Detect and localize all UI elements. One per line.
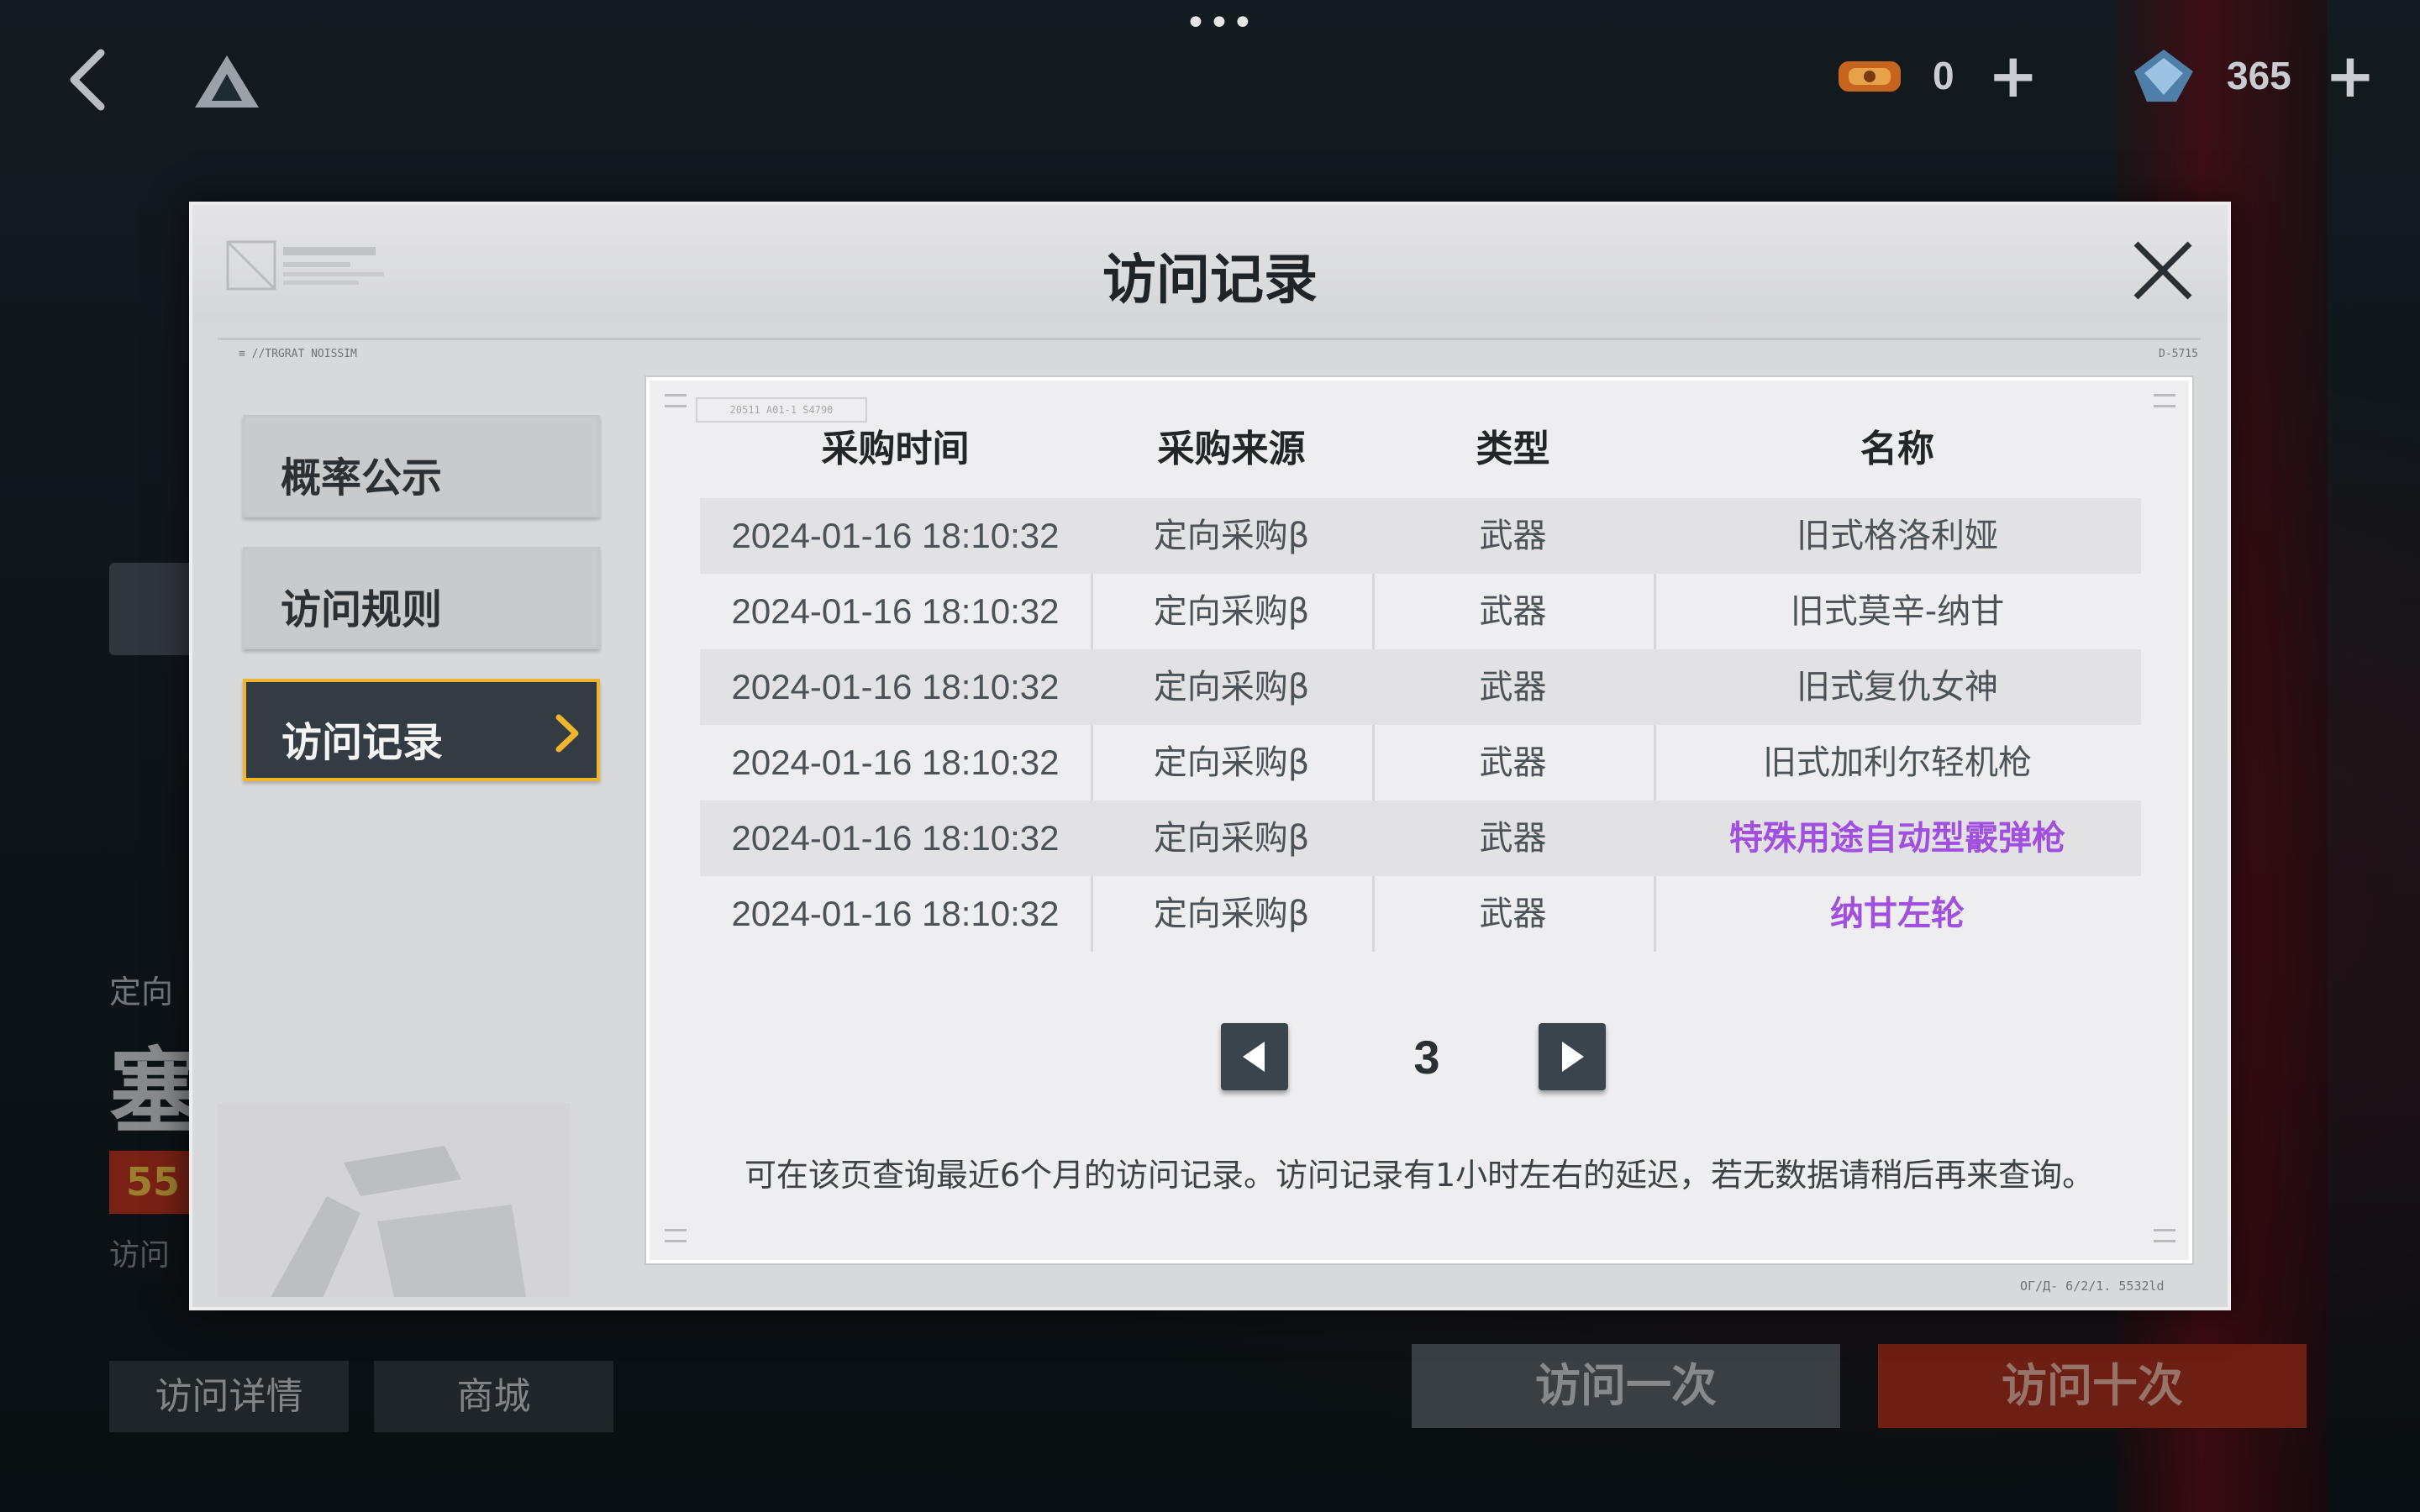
corner-mark (2154, 394, 2175, 407)
ticket-icon (1839, 61, 1901, 92)
close-icon (2133, 241, 2192, 300)
gem-resource: 365 + (2126, 42, 2375, 109)
back-button[interactable] (59, 46, 118, 113)
nav-records[interactable]: 访问记录 (243, 679, 600, 781)
cell-name: 旧式莫辛-纳甘 (1790, 592, 2005, 631)
cell-time: 2024-01-16 18:10:32 (731, 894, 1060, 933)
table-row: 2024-01-16 18:10:32 定向采购β 武器 旧式加利尔轻机枪 (700, 725, 2141, 801)
header-divider (218, 338, 2201, 340)
cell-time: 2024-01-16 18:10:32 (731, 667, 1060, 706)
cell-time: 2024-01-16 18:10:32 (731, 591, 1060, 631)
nav-probability[interactable]: 概率公示 (243, 415, 600, 517)
cell-name-rare: 纳甘左轮 (1830, 895, 1965, 933)
table-row: 2024-01-16 18:10:32 定向采购β 武器 旧式莫辛-纳甘 (700, 574, 2141, 649)
add-tickets-button[interactable]: + (1988, 45, 2039, 106)
pagination: 3 (650, 1023, 2189, 1095)
records-panel: 20511 A01-1 S4790 采购时间 采购来源 类型 名称 2024-0… (646, 377, 2192, 1263)
header-purchase-source: 采购来源 (1157, 428, 1306, 470)
triangle-right-icon (1562, 1042, 1584, 1072)
records-table: 2024-01-16 18:10:32 定向采购β 武器 旧式格洛利娅 2024… (700, 498, 2141, 952)
cell-source: 定向采购β (1153, 517, 1310, 555)
gem-count: 365 (2227, 54, 2291, 97)
chevron-left-icon (70, 49, 105, 111)
cell-type: 武器 (1479, 819, 1547, 858)
decor-code-right: D-5715 (2159, 348, 2198, 360)
header-type: 类型 (1476, 428, 1550, 470)
cell-time: 2024-01-16 18:10:32 (731, 516, 1060, 555)
close-button[interactable] (2129, 237, 2196, 304)
cell-type: 武器 (1479, 517, 1547, 555)
gem-icon (2134, 50, 2193, 102)
chevron-right-icon (555, 714, 579, 753)
cell-type: 武器 (1479, 592, 1547, 631)
corner-mark (2154, 1229, 2175, 1242)
prev-page-button[interactable] (1221, 1023, 1288, 1090)
cell-name: 旧式加利尔轻机枪 (1763, 743, 2032, 782)
corner-mark (665, 1229, 687, 1242)
more-options-icon[interactable]: ••• (1185, 5, 1254, 42)
cell-type: 武器 (1479, 668, 1547, 706)
add-gems-button[interactable]: + (2325, 45, 2375, 106)
cell-source: 定向采购β (1153, 743, 1310, 782)
cell-type: 武器 (1479, 743, 1547, 782)
records-note: 可在该页查询最近6个月的访问记录。访问记录有1小时左右的延迟，若无数据请稍后再来… (744, 1157, 2095, 1194)
cell-name-rare: 特殊用途自动型霰弹枪 (1729, 819, 2065, 858)
cell-source: 定向采购β (1153, 819, 1310, 858)
cell-source: 定向采购β (1153, 895, 1310, 933)
visit-records-modal: 访问记录 ≡ //TRGRAT NOISSIM D-5715 ОГ/Д- 6/2… (189, 202, 2231, 1310)
header-name: 名称 (1860, 428, 1934, 470)
watermark-graphic (218, 1104, 571, 1297)
cell-name: 旧式复仇女神 (1797, 668, 1998, 706)
header-purchase-time: 采购时间 (821, 428, 970, 470)
table-row: 2024-01-16 18:10:32 定向采购β 武器 纳甘左轮 (700, 876, 2141, 952)
next-page-button[interactable] (1539, 1023, 1606, 1090)
table-row: 2024-01-16 18:10:32 定向采购β 武器 旧式复仇女神 (700, 649, 2141, 725)
decor-code-left: ≡ //TRGRAT NOISSIM (239, 348, 357, 360)
table-row: 2024-01-16 18:10:32 定向采购β 武器 特殊用途自动型霰弹枪 (700, 801, 2141, 876)
cell-time: 2024-01-16 18:10:32 (731, 818, 1060, 858)
cell-name: 旧式格洛利娅 (1797, 517, 1998, 555)
cell-type: 武器 (1479, 895, 1547, 933)
ticket-resource: 0 + (1832, 42, 2039, 109)
cell-source: 定向采购β (1153, 592, 1310, 631)
table-row: 2024-01-16 18:10:32 定向采购β 武器 旧式格洛利娅 (700, 498, 2141, 574)
decor-code-bottom: ОГ/Д- 6/2/1. 5532ld (2020, 1278, 2165, 1294)
app-logo-icon (193, 52, 260, 111)
cell-source: 定向采购β (1153, 668, 1310, 706)
cell-time: 2024-01-16 18:10:32 (731, 743, 1060, 782)
screen: 定向 塞 55 访问 访问详情 商城 访问一次 访问十次 ••• 0 + 365… (0, 0, 2420, 1512)
nav-label: 访问记录 (281, 719, 444, 766)
page-number: 3 (1413, 1031, 1440, 1084)
ticket-count: 0 (1933, 54, 1954, 97)
modal-title: 访问记录 (1102, 249, 1318, 312)
modal-nav: 概率公示 访问规则 访问记录 (192, 381, 613, 1297)
modal-header: 访问记录 (192, 205, 2228, 323)
table-header: 采购时间 采购来源 类型 名称 (650, 418, 2189, 477)
nav-label: 概率公示 (281, 454, 443, 501)
corner-mark (665, 394, 687, 407)
triangle-left-icon (1243, 1042, 1265, 1072)
nav-label: 访问规则 (281, 586, 443, 633)
nav-rules[interactable]: 访问规则 (243, 547, 600, 649)
